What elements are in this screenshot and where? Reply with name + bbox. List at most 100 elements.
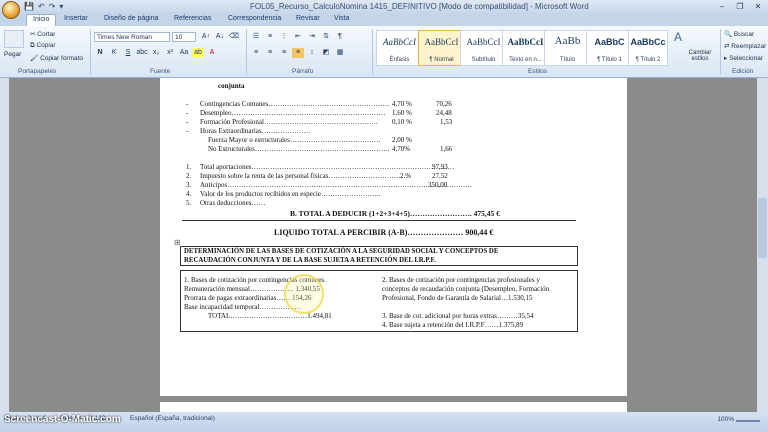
multilevel-list-icon[interactable]: ⋮ bbox=[278, 32, 290, 42]
tab-revisar[interactable]: Revisar bbox=[296, 15, 320, 22]
style-titulo-1[interactable]: AaBbC ¶ Título 1 bbox=[586, 30, 633, 66]
left-col-line: Base incapacidad temporal……………… bbox=[184, 303, 302, 311]
zoom-slider[interactable] bbox=[736, 420, 760, 422]
save-icon[interactable]: 💾 bbox=[24, 2, 34, 11]
superscript-icon[interactable]: x² bbox=[164, 48, 176, 58]
style-name: ¶ Normal bbox=[429, 57, 454, 63]
subscript-icon[interactable]: x₂ bbox=[150, 48, 162, 58]
grow-font-icon[interactable]: A↑ bbox=[200, 32, 212, 42]
ribbon: Pegar ✂ Cortar ⧉ Copiar 🖌 Copiar formato… bbox=[0, 26, 768, 78]
strikethrough-icon[interactable]: abc bbox=[136, 48, 148, 58]
justify-icon[interactable]: ≡ bbox=[292, 48, 304, 58]
item-pct: 2 % bbox=[400, 172, 412, 180]
right-col-line: 4. Base sujeta a retención del I.R.P.F……… bbox=[382, 321, 524, 329]
divider bbox=[372, 29, 373, 75]
tab-inicio[interactable]: Inicio bbox=[26, 14, 57, 26]
minimize-button[interactable]: – bbox=[714, 1, 730, 12]
clipboard-group-label: Portapapeles bbox=[18, 68, 57, 75]
style-name: Título bbox=[559, 57, 575, 63]
change-styles-button[interactable]: Cambiar estilos bbox=[684, 50, 716, 62]
item-amount: 1,66 bbox=[440, 145, 453, 153]
style-enfasis[interactable]: AaBbCcI Énfasis bbox=[376, 30, 423, 66]
change-case-icon[interactable]: Aa bbox=[178, 48, 190, 58]
align-center-icon[interactable]: ≡ bbox=[264, 48, 276, 58]
sort-icon[interactable]: ⇅ bbox=[320, 32, 332, 42]
item-number: 1. bbox=[186, 163, 192, 171]
align-left-icon[interactable]: ≡ bbox=[250, 48, 262, 58]
item-amount: 350,00 bbox=[428, 181, 448, 189]
tab-correspondencia[interactable]: Correspondencia bbox=[228, 15, 281, 22]
style-sample: AaBbCcI bbox=[424, 37, 459, 47]
bold-icon[interactable]: N bbox=[94, 48, 106, 58]
find-button[interactable]: 🔍 Buscar bbox=[724, 30, 754, 38]
style-subtitulo[interactable]: AaBbCcI Subtítulo bbox=[460, 30, 507, 66]
select-button[interactable]: ▸ Seleccionar bbox=[724, 54, 763, 62]
language-indicator[interactable]: Español (España, tradicional) bbox=[130, 415, 215, 422]
customize-icon[interactable]: ▾ bbox=[59, 2, 63, 11]
replace-button[interactable]: ⇄ Reemplazar bbox=[724, 42, 766, 50]
change-styles-icon[interactable]: A bbox=[674, 30, 682, 44]
font-family-dropdown[interactable]: Times New Roman bbox=[94, 32, 170, 42]
shrink-font-icon[interactable]: A↓ bbox=[214, 32, 226, 42]
style-sample: AaBbCcI bbox=[383, 37, 416, 47]
item-pct: 4,70% bbox=[392, 145, 411, 153]
decrease-indent-icon[interactable]: ⇤ bbox=[292, 32, 304, 42]
ribbon-tabs: Inicio Insertar Diseño de página Referen… bbox=[0, 14, 768, 26]
redo-icon[interactable]: ↷ bbox=[49, 2, 56, 11]
scrollbar-thumb[interactable] bbox=[758, 198, 767, 258]
zoom-level[interactable]: 100% bbox=[717, 416, 734, 423]
line-spacing-icon[interactable]: ↕ bbox=[306, 48, 318, 58]
next-page bbox=[160, 402, 627, 412]
cut-button[interactable]: ✂ Cortar bbox=[30, 30, 55, 38]
tab-referencias[interactable]: Referencias bbox=[174, 15, 211, 22]
shading-icon[interactable]: ◩ bbox=[320, 48, 332, 58]
office-button[interactable] bbox=[2, 1, 20, 19]
close-button[interactable]: ✕ bbox=[750, 1, 766, 12]
style-titulo-2[interactable]: AaBbCc ¶ Título 2 bbox=[628, 30, 668, 66]
right-col-line: conceptos de recaudación conjunta (Desem… bbox=[382, 285, 550, 293]
recorder-watermark: Screencast-O-Matic.com bbox=[4, 414, 121, 425]
italic-icon[interactable]: K bbox=[108, 48, 120, 58]
document-page[interactable]: conjunta - Contingencias Comunes……………………… bbox=[160, 78, 627, 396]
style-sample: AaBb bbox=[554, 35, 581, 47]
style-texto-negrita[interactable]: AaBbCcI Texto en n... bbox=[502, 30, 549, 66]
bullet: - bbox=[186, 127, 189, 135]
item-label: Desempleo………………………………………………………… bbox=[200, 109, 386, 117]
clear-format-icon[interactable]: ⌫ bbox=[228, 32, 240, 42]
item-number: 4. bbox=[186, 190, 192, 198]
font-color-icon[interactable]: A bbox=[206, 48, 218, 58]
bullets-icon[interactable]: ☰ bbox=[250, 32, 262, 42]
underline-icon[interactable]: S bbox=[122, 48, 134, 58]
copy-label: Copiar bbox=[36, 42, 56, 49]
paste-icon[interactable] bbox=[4, 30, 24, 48]
copy-button[interactable]: ⧉ Copiar bbox=[30, 42, 56, 50]
title-bar: 💾 ↶ ↷ ▾ FOL05_Recurso_CalculoNomina 1415… bbox=[0, 0, 768, 14]
style-titulo[interactable]: AaBb Título bbox=[544, 30, 591, 66]
bullet: - bbox=[186, 118, 189, 126]
paste-button[interactable]: Pegar bbox=[4, 51, 21, 58]
tab-vista[interactable]: Vista bbox=[334, 15, 349, 22]
style-normal[interactable]: AaBbCcI ¶ Normal bbox=[418, 30, 465, 66]
highlight-icon[interactable]: ab bbox=[192, 48, 204, 58]
font-format-controls: N K S abc x₂ x² Aa ab A bbox=[94, 48, 218, 58]
format-painter-button[interactable]: 🖌 Copiar formato bbox=[30, 54, 83, 62]
vertical-scrollbar[interactable] bbox=[757, 78, 768, 412]
tab-insertar[interactable]: Insertar bbox=[64, 15, 88, 22]
style-sample: AaBbCcI bbox=[507, 37, 544, 47]
increase-indent-icon[interactable]: ⇥ bbox=[306, 32, 318, 42]
borders-icon[interactable]: ▦ bbox=[334, 48, 346, 58]
item-number: 3. bbox=[186, 181, 192, 189]
font-size-controls: A↑ A↓ ⌫ bbox=[200, 32, 240, 42]
styles-group-label: Estilos bbox=[528, 68, 548, 75]
divider bbox=[90, 29, 91, 75]
numbering-icon[interactable]: ≡ bbox=[264, 32, 276, 42]
font-size-dropdown[interactable]: 10 bbox=[172, 32, 196, 42]
show-marks-icon[interactable]: ¶ bbox=[334, 32, 346, 42]
table-move-handle-icon[interactable]: ⊞ bbox=[174, 238, 181, 247]
maximize-button[interactable]: ❐ bbox=[732, 1, 748, 12]
align-right-icon[interactable]: ≡ bbox=[278, 48, 290, 58]
item-label: Horas Extraordinarias………………… bbox=[200, 127, 311, 135]
undo-icon[interactable]: ↶ bbox=[38, 2, 45, 11]
tab-diseno-pagina[interactable]: Diseño de página bbox=[104, 15, 159, 22]
item-label: Total aportaciones…………………………………………………………… bbox=[200, 163, 455, 171]
